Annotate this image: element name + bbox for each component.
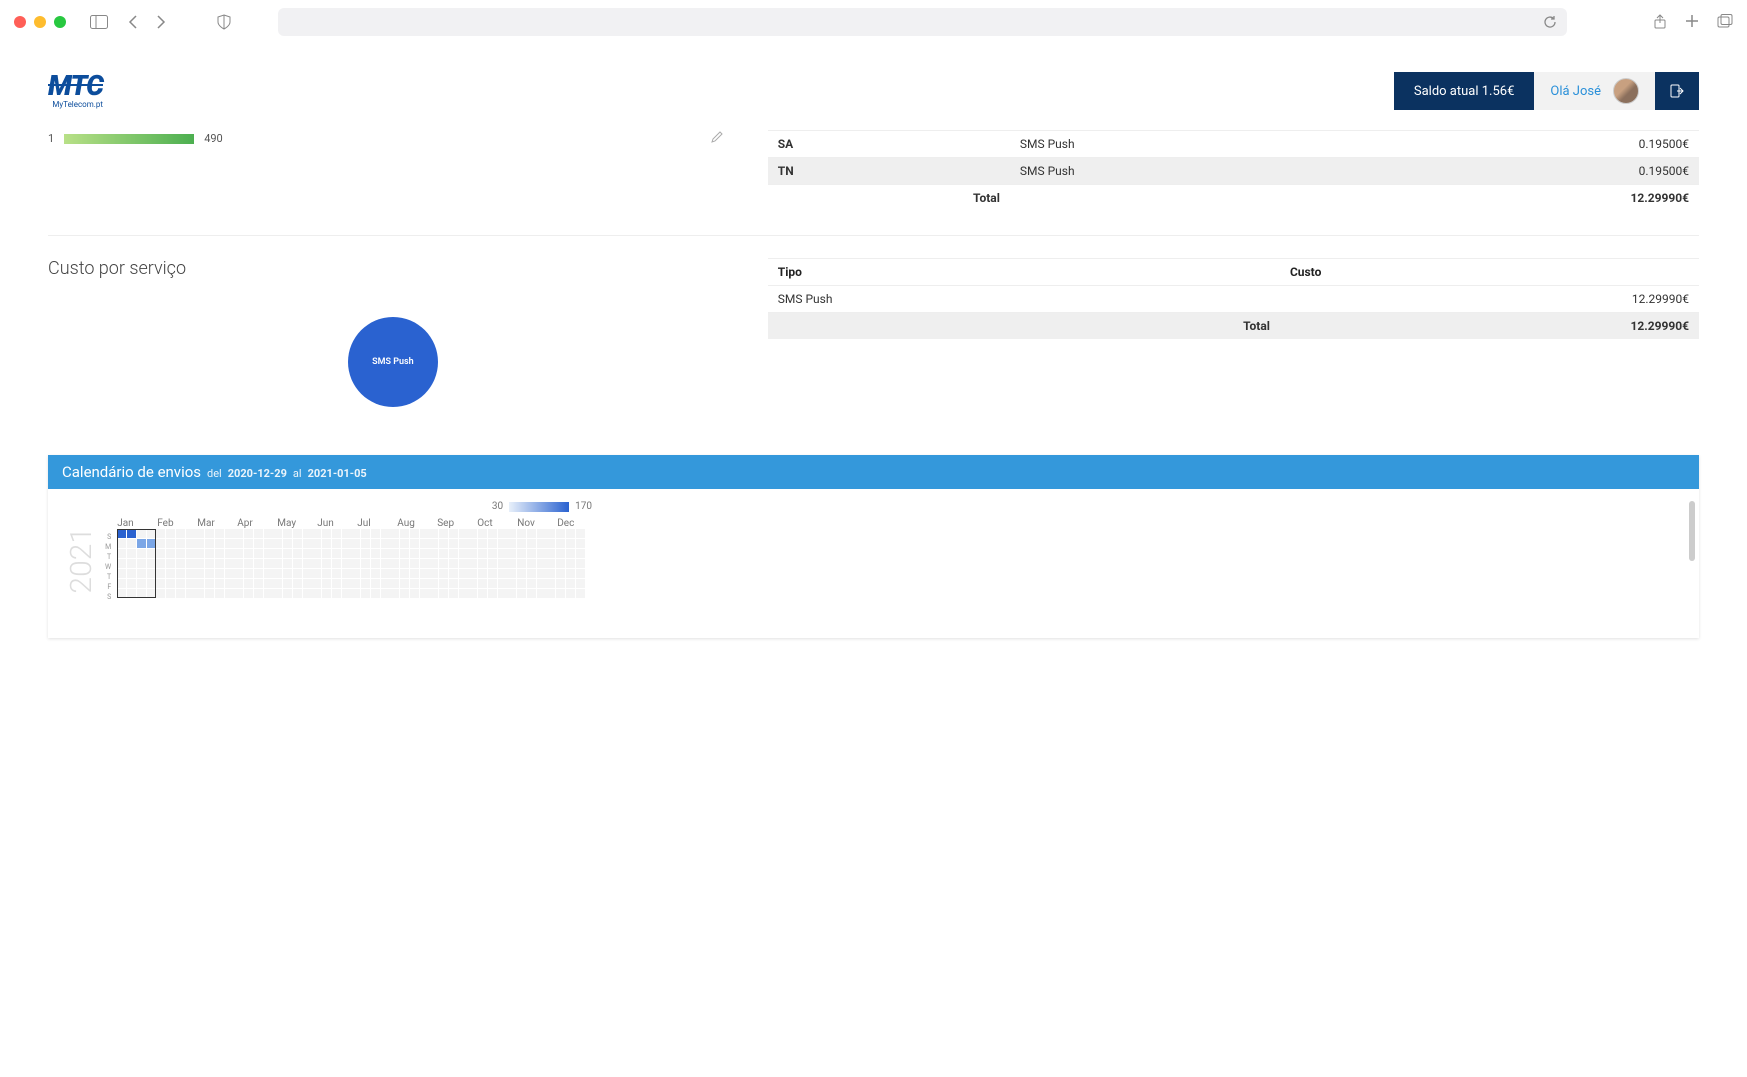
- table-row: SMS Push 12.29990€: [768, 286, 1699, 313]
- total-label: Total: [1243, 319, 1270, 333]
- month-label: Jun: [317, 518, 357, 529]
- month-label: Mar: [197, 518, 237, 529]
- custo-value: 12.29990€: [1632, 292, 1689, 306]
- heatmap-grid: [117, 529, 597, 598]
- service-name: SMS Push: [1020, 137, 1075, 151]
- month-label: Dec: [557, 518, 597, 529]
- dow-label: F: [105, 583, 111, 592]
- country-code: SA: [778, 137, 793, 151]
- table-row: SA SMS Push 0.19500€: [768, 131, 1699, 158]
- service-cost-table: Tipo Custo SMS Push 12.29990€ Total 12.2…: [768, 258, 1699, 339]
- heatmap-legend: 30 170: [64, 501, 592, 512]
- month-labels: Jan Feb Mar Apr May Jun Jul Aug Sep Oct …: [117, 518, 597, 529]
- month-label: Jul: [357, 518, 397, 529]
- shield-icon[interactable]: [216, 14, 232, 30]
- calendar-title: Calendário de envios: [62, 463, 201, 481]
- app-header: MTC MyTelecom.pt Saldo atual 1.56€ Olá J…: [0, 44, 1747, 130]
- new-tab-icon[interactable]: [1685, 14, 1699, 30]
- month-label: Oct: [477, 518, 517, 529]
- country-code: TN: [778, 164, 794, 178]
- cost-value: 0.19500€: [1639, 137, 1689, 151]
- calendar-panel: Calendário de envios del 2020-12-29 al 2…: [48, 455, 1699, 638]
- col-tipo: Tipo: [778, 265, 802, 279]
- logo-text: MTC: [48, 73, 103, 98]
- dow-label: M: [105, 543, 111, 552]
- maximize-window-icon[interactable]: [54, 16, 66, 28]
- scrollbar[interactable]: [1689, 501, 1695, 561]
- table-total-row: Total 12.29990€: [768, 313, 1699, 340]
- pie-chart[interactable]: SMS Push: [348, 317, 438, 407]
- month-label: Feb: [157, 518, 197, 529]
- balance-label: Saldo atual 1.56€: [1414, 84, 1515, 99]
- heatmap[interactable]: 2021 S M T W T F S Jan Feb Mar Apr: [64, 518, 1683, 602]
- year-label: 2021: [64, 527, 99, 594]
- dow-label: S: [105, 533, 111, 542]
- forward-icon[interactable]: [154, 15, 166, 29]
- cal-date-to: 2021-01-05: [308, 467, 367, 480]
- month-label: May: [277, 518, 317, 529]
- dow-label: W: [105, 563, 111, 572]
- pie-slice-label: SMS Push: [372, 357, 414, 367]
- back-icon[interactable]: [128, 15, 140, 29]
- user-menu[interactable]: Olá José: [1534, 72, 1655, 110]
- avatar: [1613, 78, 1639, 104]
- browser-chrome: [0, 0, 1747, 44]
- reload-icon[interactable]: [1543, 15, 1557, 29]
- month-label: Jan: [117, 518, 157, 529]
- total-label: Total: [973, 191, 1000, 205]
- table-row: TN SMS Push 0.19500€: [768, 158, 1699, 185]
- user-greeting: Olá José: [1550, 84, 1601, 99]
- total-value: 12.29990€: [1630, 191, 1689, 205]
- bar-track: [64, 134, 194, 144]
- sidebar-toggle-icon[interactable]: [90, 15, 108, 29]
- dow-label: S: [105, 593, 111, 602]
- cost-value: 0.19500€: [1639, 164, 1689, 178]
- logout-button[interactable]: [1655, 72, 1699, 110]
- calendar-header: Calendário de envios del 2020-12-29 al 2…: [48, 455, 1699, 489]
- address-bar[interactable]: [278, 8, 1567, 36]
- month-label: Apr: [237, 518, 277, 529]
- cal-al: al: [293, 467, 302, 480]
- close-window-icon[interactable]: [14, 16, 26, 28]
- dow-label: T: [105, 573, 111, 582]
- bar-index: 1: [48, 132, 54, 145]
- bar-value: 490: [204, 132, 223, 145]
- legend-min: 30: [492, 501, 503, 512]
- dow-labels: S M T W T F S: [105, 518, 111, 602]
- tabs-icon[interactable]: [1717, 14, 1733, 30]
- country-cost-table: SA SMS Push 0.19500€ TN SMS Push 0.19500…: [768, 130, 1699, 211]
- tipo-value: SMS Push: [778, 292, 833, 306]
- dow-label: T: [105, 553, 111, 562]
- legend-gradient-icon: [509, 502, 569, 512]
- bar-snippet: 1 490: [48, 130, 738, 211]
- table-header-row: Tipo Custo: [768, 259, 1699, 286]
- logout-icon: [1669, 83, 1685, 99]
- month-label: Aug: [397, 518, 437, 529]
- minimize-window-icon[interactable]: [34, 16, 46, 28]
- balance-badge[interactable]: Saldo atual 1.56€: [1394, 72, 1535, 110]
- section-title-service-cost: Custo por serviço: [48, 258, 738, 279]
- service-name: SMS Push: [1020, 164, 1075, 178]
- edit-icon[interactable]: [710, 130, 738, 147]
- logo[interactable]: MTC MyTelecom.pt: [48, 73, 103, 109]
- col-custo: Custo: [1290, 265, 1321, 279]
- cal-del: del: [207, 467, 222, 480]
- cal-date-from: 2020-12-29: [228, 467, 287, 480]
- month-label: Nov: [517, 518, 557, 529]
- month-label: Sep: [437, 518, 477, 529]
- traffic-lights: [14, 16, 66, 28]
- share-icon[interactable]: [1653, 14, 1667, 30]
- table-total-row: Total 12.29990€: [768, 185, 1699, 212]
- legend-max: 170: [575, 501, 592, 512]
- total-value: 12.29990€: [1630, 319, 1689, 333]
